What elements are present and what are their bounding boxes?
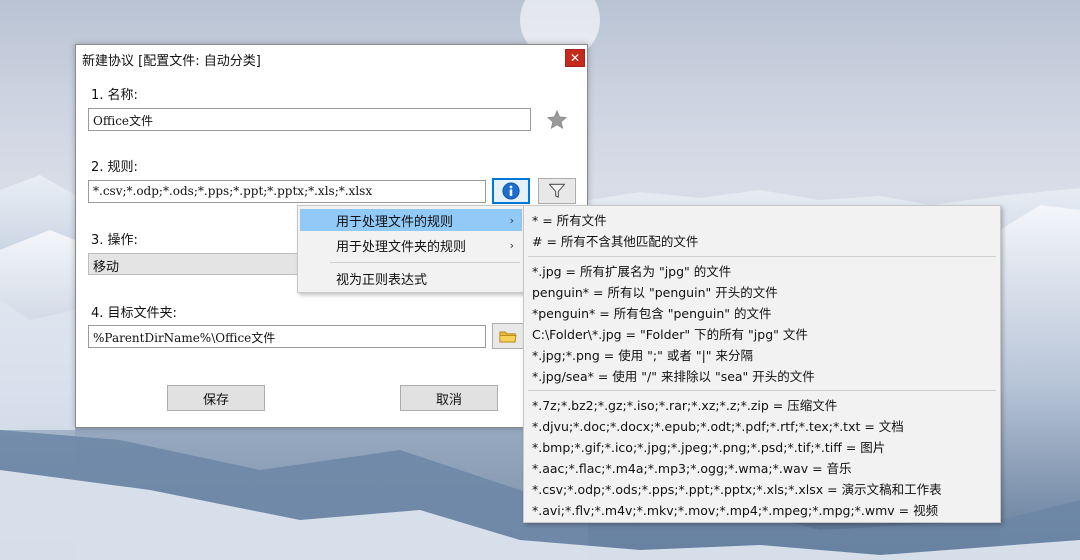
target-folder-input[interactable]: %ParentDirName%\Office文件 <box>88 325 486 348</box>
menu-item-folder-rules[interactable]: 用于处理文件夹的规则 › <box>300 234 522 256</box>
submenu-item[interactable]: *.jpg = 所有扩展名为 "jpg" 的文件 <box>532 260 731 281</box>
name-label: 1. 名称: <box>91 88 138 103</box>
menu-item-label: 用于处理文件的规则 <box>336 214 454 230</box>
submenu-item[interactable]: # = 所有不含其他匹配的文件 <box>532 230 698 251</box>
filter-icon <box>548 183 566 198</box>
browse-folder-button[interactable] <box>492 323 524 349</box>
menu-separator <box>330 262 520 263</box>
submenu-item[interactable]: *.jpg;*.png = 使用 ";" 或者 "|" 来分隔 <box>532 344 753 365</box>
rules-label: 2. 规则: <box>91 160 138 175</box>
submenu-item[interactable]: *.avi;*.flv;*.m4v;*.mkv;*.mov;*.mp4;*.mp… <box>532 499 938 520</box>
menu-item-regex[interactable]: 视为正则表达式 <box>300 267 522 289</box>
target-label: 4. 目标文件夹: <box>91 306 177 321</box>
save-button[interactable]: 保存 <box>167 385 265 411</box>
chevron-right-icon: › <box>509 238 514 252</box>
submenu-item[interactable]: *.7z;*.bz2;*.gz;*.iso;*.rar;*.xz;*.z;*.z… <box>532 394 837 415</box>
close-icon: ✕ <box>569 51 581 65</box>
star-icon[interactable] <box>546 109 568 131</box>
rules-filter-button[interactable] <box>538 178 576 204</box>
info-icon <box>502 182 520 200</box>
name-input[interactable]: Office文件 <box>88 108 531 131</box>
action-dropdown[interactable]: 移动 <box>88 253 298 275</box>
menu-item-label: 视为正则表达式 <box>336 272 428 288</box>
submenu-item[interactable]: C:\Folder\*.jpg = "Folder" 下的所有 "jpg" 文件 <box>532 323 808 344</box>
file-rules-submenu: * = 所有文件 # = 所有不含其他匹配的文件 *.jpg = 所有扩展名为 … <box>523 205 1001 523</box>
submenu-item[interactable]: *.jpg/sea* = 使用 "/" 来排除以 "sea" 开头的文件 <box>532 365 815 386</box>
menu-item-label: 用于处理文件夹的规则 <box>336 239 467 255</box>
submenu-item[interactable]: *.aac;*.flac;*.m4a;*.mp3;*.ogg;*.wma;*.w… <box>532 457 852 478</box>
submenu-separator <box>528 256 996 257</box>
dialog-titlebar[interactable]: 新建协议 [配置文件: 自动分类] ✕ <box>76 45 587 73</box>
cancel-button[interactable]: 取消 <box>400 385 498 411</box>
submenu-item[interactable]: *.bmp;*.gif;*.ico;*.jpg;*.jpeg;*.png;*.p… <box>532 436 885 457</box>
submenu-item[interactable]: *.djvu;*.doc;*.docx;*.epub;*.odt;*.pdf;*… <box>532 415 904 436</box>
rules-input[interactable]: *.csv;*.odp;*.ods;*.pps;*.ppt;*.pptx;*.x… <box>88 180 486 203</box>
action-label: 3. 操作: <box>91 233 138 248</box>
rules-info-button[interactable] <box>492 178 530 204</box>
chevron-right-icon: › <box>509 213 514 227</box>
submenu-separator <box>528 390 996 391</box>
folder-icon <box>499 331 517 342</box>
submenu-item[interactable]: penguin* = 所有以 "penguin" 开头的文件 <box>532 281 778 302</box>
submenu-item[interactable]: * = 所有文件 <box>532 209 607 230</box>
rules-context-menu: 用于处理文件的规则 › 用于处理文件夹的规则 › 视为正则表达式 <box>297 205 525 293</box>
menu-item-file-rules[interactable]: 用于处理文件的规则 › <box>300 209 522 231</box>
dialog-title: 新建协议 [配置文件: 自动分类] <box>82 53 261 69</box>
submenu-item[interactable]: *penguin* = 所有包含 "penguin" 的文件 <box>532 302 771 323</box>
close-button[interactable]: ✕ <box>565 49 585 67</box>
submenu-item[interactable]: *.csv;*.odp;*.ods;*.pps;*.ppt;*.pptx;*.x… <box>532 478 942 499</box>
